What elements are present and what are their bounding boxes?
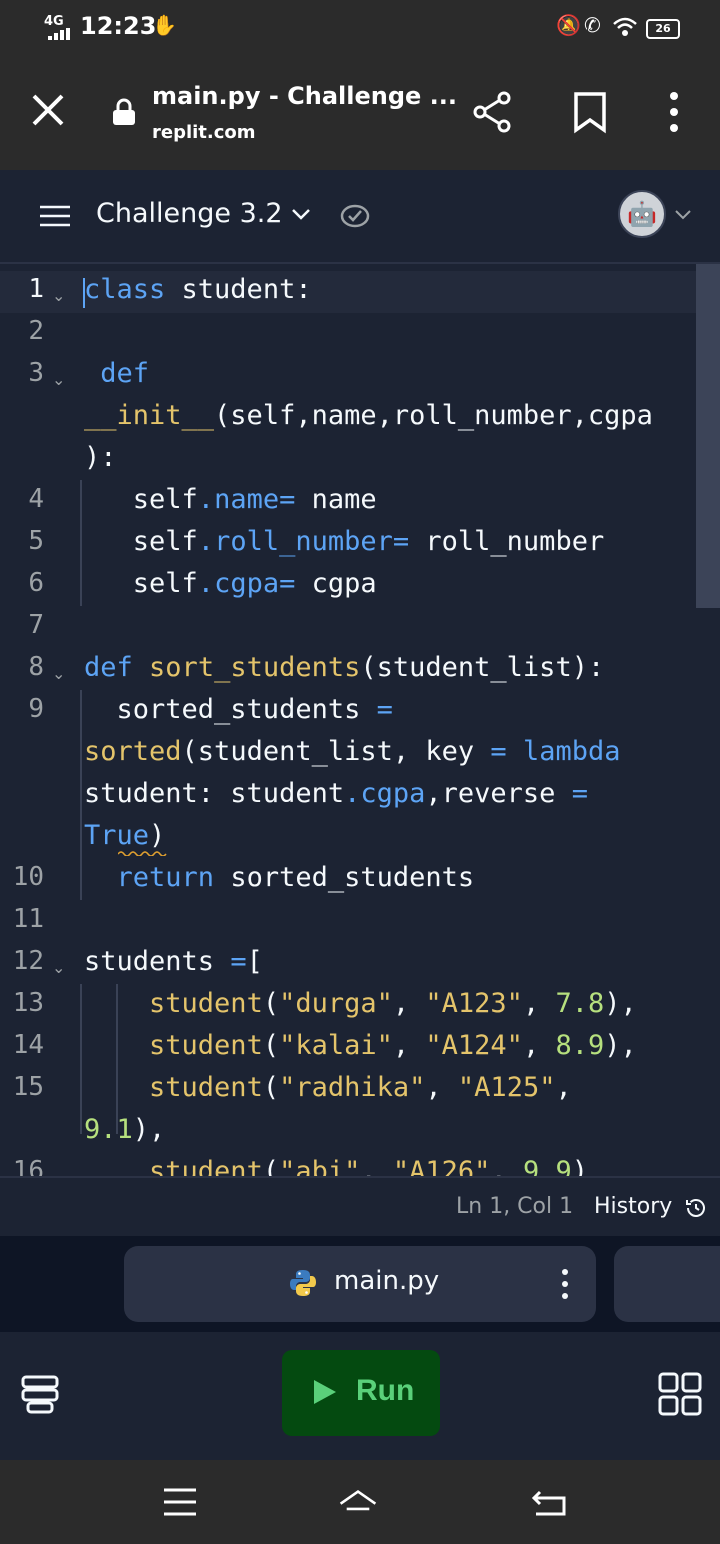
line-number: 7 [28, 610, 44, 640]
history-button[interactable]: History [594, 1194, 672, 1219]
play-icon [314, 1380, 336, 1404]
code-line[interactable]: True) [84, 820, 165, 851]
tools-grid-icon[interactable] [658, 1372, 702, 1416]
code-line[interactable]: sorted_students = [84, 694, 393, 725]
line-number: 6 [28, 568, 44, 598]
code-line[interactable]: ): [84, 442, 117, 473]
code-line[interactable]: student: student.cgpa,reverse = [84, 778, 588, 809]
project-name[interactable]: Challenge 3.2 [96, 198, 283, 229]
line-number: 8 [28, 652, 44, 682]
chevron-down-icon[interactable] [290, 206, 312, 222]
line-number: 11 [12, 904, 44, 934]
layout-panel-icon[interactable] [20, 1374, 60, 1414]
history-icon[interactable] [684, 1196, 708, 1220]
fold-chevron-icon[interactable]: ⌄ [52, 664, 65, 683]
more-vertical-icon[interactable] [560, 1268, 570, 1300]
lock-icon [113, 98, 135, 125]
tab-next[interactable] [614, 1246, 720, 1322]
page-title[interactable]: main.py - Challenge ... [152, 82, 457, 110]
code-line[interactable]: class student: [84, 274, 312, 305]
share-icon[interactable] [472, 90, 512, 134]
line-number: 15 [12, 1072, 44, 1102]
fold-chevron-icon[interactable]: ⌄ [52, 958, 65, 977]
close-icon[interactable] [30, 92, 66, 128]
battery-indicator: 26 [646, 19, 680, 39]
line-number: 4 [28, 484, 44, 514]
code-line[interactable]: self.cgpa= cgpa [84, 568, 377, 599]
code-line[interactable]: return sorted_students [84, 862, 475, 893]
code-line[interactable]: student("durga", "A123", 7.8), [84, 988, 637, 1019]
call-icon: ✆ [584, 13, 601, 37]
code-line[interactable]: self.name= name [84, 484, 377, 515]
cloud-check-icon[interactable] [340, 202, 370, 228]
more-vertical-icon[interactable] [654, 90, 694, 134]
fold-chevron-icon[interactable]: ⌄ [52, 370, 65, 389]
line-number: 9 [28, 694, 44, 724]
line-number: 13 [12, 988, 44, 1018]
code-line[interactable]: student("radhika", "A125", [84, 1072, 572, 1103]
code-line[interactable]: sorted(student_list, key = lambda [84, 736, 620, 767]
signal-icon [48, 28, 70, 40]
line-number: 3 [28, 358, 44, 388]
tab-main-py[interactable]: main.py [124, 1246, 596, 1322]
hamburger-menu-icon[interactable] [38, 204, 72, 228]
run-button[interactable]: Run [282, 1350, 440, 1436]
code-editor[interactable]: 1 2 3 4 5 6 7 8 9 10 11 12 13 14 15 16 ⌄… [0, 264, 720, 1176]
status-bar: 4G 12:23 ✋ 🔕 ✆ 26 [0, 0, 720, 56]
browser-toolbar: main.py - Challenge ... replit.com [0, 56, 720, 170]
fold-chevron-icon[interactable]: ⌄ [52, 286, 65, 305]
line-number: 1 [28, 274, 44, 304]
file-tabs: main.py [0, 1236, 720, 1332]
avatar[interactable]: 🤖 [618, 190, 666, 238]
line-number: 2 [28, 316, 44, 346]
code-line[interactable]: self.roll_number= roll_number [84, 526, 604, 557]
code-line[interactable]: 9.1), [84, 1114, 165, 1145]
bookmark-icon[interactable] [570, 90, 610, 134]
line-number: 12 [12, 946, 44, 976]
line-number: 16 [12, 1156, 44, 1176]
code-line[interactable]: def [84, 358, 149, 389]
wifi-icon [613, 17, 637, 36]
network-indicator: 4G [44, 14, 64, 29]
avatar-chevron-icon[interactable] [674, 208, 692, 220]
run-label: Run [356, 1374, 415, 1407]
tab-label: main.py [334, 1266, 440, 1296]
workspace-header: Challenge 3.2 🤖 [0, 170, 720, 264]
home-icon[interactable] [338, 1484, 378, 1520]
page-url[interactable]: replit.com [152, 122, 256, 143]
indent-guide [80, 480, 82, 606]
hand-icon: ✋ [152, 13, 177, 37]
indent-guide [80, 984, 82, 1134]
line-number: 14 [12, 1030, 44, 1060]
code-line[interactable]: students =[ [84, 946, 263, 977]
system-nav-bar [0, 1460, 720, 1544]
python-icon [290, 1270, 316, 1296]
editor-status-bar: Ln 1, Col 1 History [0, 1176, 720, 1236]
indent-guide [80, 690, 82, 900]
code-line[interactable]: __init__(self,name,roll_number,cgpa [84, 400, 653, 431]
line-number: 5 [28, 526, 44, 556]
code-line[interactable]: student("abi", "A126", 9.9) [84, 1156, 588, 1176]
back-icon[interactable] [530, 1484, 570, 1520]
editor-scrollbar[interactable] [696, 264, 720, 608]
cursor-position: Ln 1, Col 1 [456, 1194, 574, 1219]
workspace-bottom-bar: Run [0, 1334, 720, 1452]
recent-apps-icon[interactable] [160, 1484, 200, 1520]
clock: 12:23 [80, 12, 157, 40]
code-line[interactable]: student("kalai", "A124", 8.9), [84, 1030, 637, 1061]
line-number: 10 [12, 862, 44, 892]
mute-icon: 🔕 [556, 13, 581, 37]
code-line[interactable]: def sort_students(student_list): [84, 652, 604, 683]
